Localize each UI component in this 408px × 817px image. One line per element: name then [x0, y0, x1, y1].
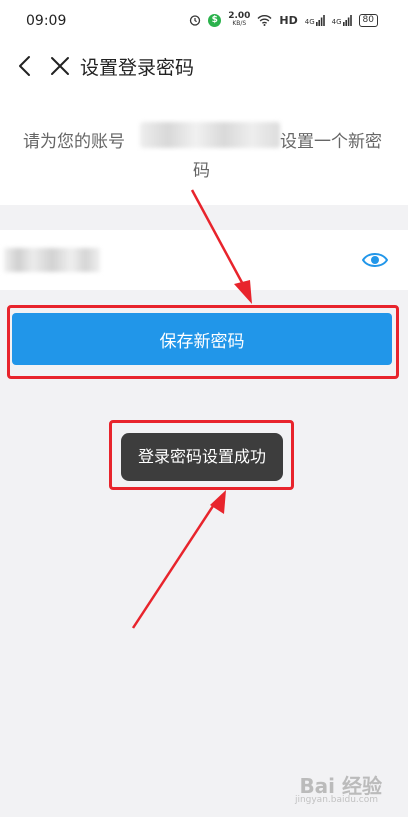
info-card: 请为您的账号 设置一个新密 码: [0, 92, 408, 205]
info-suffix-text: 设置一个新密: [280, 132, 382, 152]
signal-bars-icon: [342, 14, 352, 26]
page-title: 设置登录密码: [80, 57, 195, 79]
status-icons: $ 2.00 KB/S HD 4G 4G 80: [189, 12, 378, 28]
signal-4g-1: 4G: [305, 14, 325, 26]
money-app-icon: $: [208, 13, 222, 27]
password-field[interactable]: [0, 230, 408, 290]
nav-bar: 设置登录密码: [0, 40, 408, 92]
baidu-watermark-url: jingyan.baidu.com: [294, 795, 378, 805]
arrow-to-toast: [131, 490, 226, 629]
status-bar: 09:09 $ 2.00 KB/S HD 4G 4G 80: [0, 0, 408, 40]
save-new-password-button[interactable]: 保存新密码: [12, 313, 392, 365]
hd-label: HD: [279, 13, 298, 27]
info-prefix-text: 请为您的账号: [23, 132, 125, 152]
signal-bars-icon: [315, 14, 325, 26]
eye-icon[interactable]: [362, 250, 388, 270]
status-time: 09:09: [26, 13, 67, 29]
network-speed: 2.00 KB/S: [228, 11, 251, 28]
battery-indicator: 80: [358, 13, 378, 27]
close-icon[interactable]: [48, 54, 72, 78]
masked-account-number: [140, 122, 280, 148]
wifi-icon: [257, 15, 272, 26]
back-arrow-icon[interactable]: [14, 54, 38, 78]
signal-4g-2: 4G: [332, 14, 352, 26]
info-wrap-text: 码: [193, 161, 210, 181]
masked-password-value: [4, 248, 100, 272]
alarm-icon: [190, 15, 201, 26]
success-toast: 登录密码设置成功: [121, 433, 283, 481]
